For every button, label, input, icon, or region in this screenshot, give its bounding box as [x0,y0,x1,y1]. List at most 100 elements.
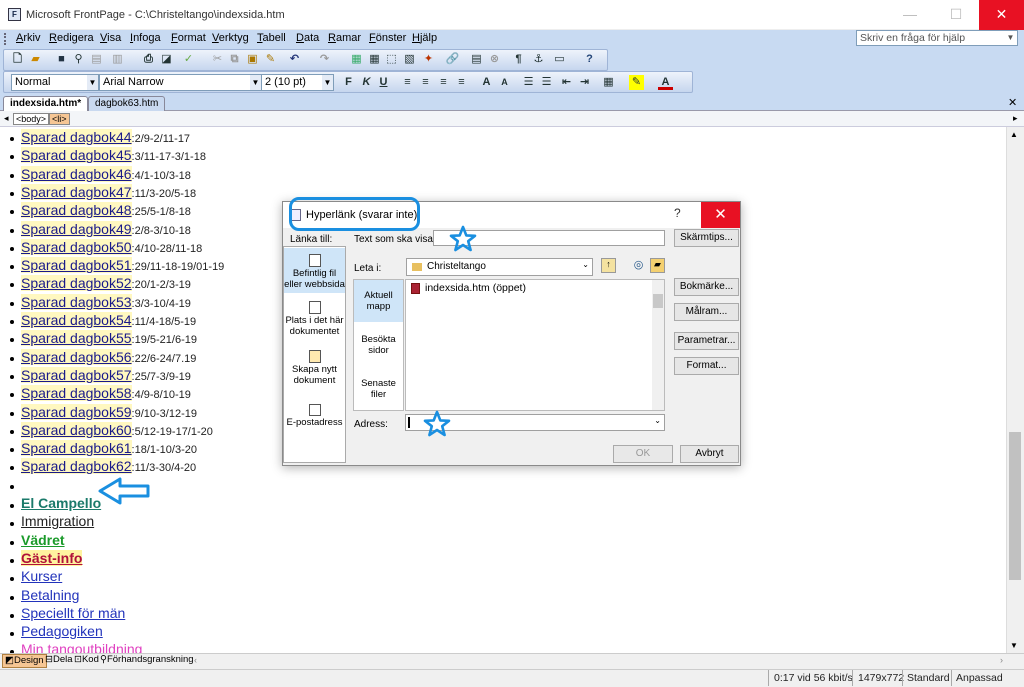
preview-icon[interactable]: ◪ [159,52,174,67]
dagbok-link[interactable]: Sparad dagbok57 [21,366,132,383]
dagbok-link[interactable]: Sparad dagbok49 [21,220,132,237]
page-nav-link[interactable]: Kurser [21,568,63,585]
menu-arkiv[interactable]: Arkiv [16,32,40,44]
anchor-icon[interactable]: ⚓ [531,52,546,67]
bold-icon[interactable]: F [341,75,356,90]
dialog-close-button[interactable]: ✕ [701,202,740,228]
cancel-button[interactable]: Avbryt [680,445,739,463]
dagbok-link[interactable]: Sparad dagbok60 [21,421,132,438]
menu-verktyg[interactable]: Verktyg [212,32,249,44]
insert-picture-icon[interactable]: ▧ [402,52,417,67]
dagbok-link[interactable]: Sparad dagbok47 [21,183,132,200]
view-tab-split[interactable]: ⊟Dela [43,654,75,668]
screentip-button[interactable]: Skärmtips... [674,229,739,247]
font-size-dropdown[interactable]: 2 (10 pt) ▼ [261,74,334,91]
stop-icon[interactable]: ⊗ [487,52,502,67]
page-nav-link[interactable]: El Campello [21,495,102,511]
border-icon[interactable]: ▦ [601,75,616,90]
bullets-icon[interactable]: ☰ [539,75,554,90]
link-new-document[interactable]: Skapa nytt dokument [284,350,345,386]
link-place-in-document[interactable]: Plats i det här dokumentet [284,301,345,337]
chevron-down-icon[interactable]: ▼ [250,75,261,90]
status-page-size[interactable]: 1479x772 [858,672,904,684]
page-nav-link[interactable]: Vädret [21,531,65,548]
page-nav-link[interactable]: Immigration [21,513,95,530]
target-frame-button[interactable]: Målram... [674,303,739,321]
page-nav-link[interactable]: Speciellt för män [21,604,126,621]
place-browsed-pages[interactable]: Besökta sidor [354,334,403,356]
insert-layer-icon[interactable]: ▦ [349,52,364,67]
dagbok-link[interactable]: Sparad dagbok44 [21,129,132,145]
italic-icon[interactable]: K [359,75,374,90]
dagbok-link[interactable]: Sparad dagbok61 [21,440,132,457]
scroll-up-icon[interactable]: ▲ [1010,130,1018,139]
open-icon[interactable]: ▰ [28,52,43,67]
file-list-item[interactable]: indexsida.htm (öppet) [425,282,526,294]
cut-icon[interactable]: ✂ [210,52,225,67]
insert-web-component-icon[interactable]: ✦ [421,52,436,67]
dagbok-link[interactable]: Sparad dagbok51 [21,257,132,274]
page-nav-link[interactable]: Gäst-info [21,549,83,566]
dagbok-link[interactable]: Sparad dagbok46 [21,165,132,182]
tag-li[interactable]: <li> [49,113,70,125]
menu-redigera[interactable]: Redigera [49,32,94,44]
dagbok-link[interactable]: Sparad dagbok62 [21,458,132,475]
file-list[interactable]: indexsida.htm (öppet) [405,279,665,411]
minimize-icon[interactable]: — [887,0,933,30]
dagbok-link[interactable]: Sparad dagbok56 [21,348,132,365]
font-color-icon[interactable]: A [658,75,673,90]
close-document-icon[interactable]: ✕ [1008,96,1017,109]
chevron-down-icon[interactable]: ▼ [1005,32,1016,44]
hscroll-left-icon[interactable]: ‹ [194,655,197,665]
bookmark-button[interactable]: Bokmärke... [674,278,739,296]
format-painter-icon[interactable]: ✎ [263,52,278,67]
menu-visa[interactable]: Visa [100,32,121,44]
chevron-down-icon[interactable]: ⌄ [654,416,661,425]
dagbok-link[interactable]: Sparad dagbok48 [21,202,132,219]
window-close-button[interactable]: ✕ [979,0,1024,30]
publish-icon[interactable]: ▤ [89,52,104,67]
dagbok-link[interactable]: Sparad dagbok52 [21,275,132,292]
tab-indexsida[interactable]: indexsida.htm* [3,96,89,111]
view-tab-design[interactable]: ◩Design [2,654,47,668]
insert-table-icon[interactable]: ▦ [367,52,382,67]
highlight-icon[interactable]: ✎ [629,75,644,90]
menu-hjalp[interactable]: Hjälp [412,32,437,44]
tag-scroll-left-icon[interactable]: ◂ [4,113,9,124]
frontpage-app-icon[interactable]: F [8,8,21,21]
tab-dagbok63[interactable]: dagbok63.htm [88,96,166,111]
menu-data[interactable]: Data [296,32,319,44]
menu-ramar[interactable]: Ramar [328,32,361,44]
menu-format[interactable]: Format [171,32,206,44]
align-center-icon[interactable]: ≡ [418,75,433,90]
style-dropdown[interactable]: Normal ▼ [11,74,99,91]
place-current-folder[interactable]: Aktuell mapp [354,280,403,322]
underline-icon[interactable]: U [376,75,391,90]
chevron-down-icon[interactable]: ⌄ [582,260,589,269]
chevron-down-icon[interactable]: ▼ [322,75,333,90]
place-recent-files[interactable]: Senaste filer [354,378,403,400]
dagbok-link[interactable]: Sparad dagbok55 [21,330,132,347]
print-icon[interactable]: ⎙ [141,52,156,67]
page-nav-link[interactable]: Pedagogiken [21,623,103,640]
format-button[interactable]: Format... [674,357,739,375]
hscroll-right-icon[interactable]: › [1000,655,1003,665]
find-icon[interactable]: ⚲ [71,52,86,67]
justify-icon[interactable]: ≡ [454,75,469,90]
page-nav-link[interactable]: Min tangoutbildning [21,641,143,653]
insert-layer-box-icon[interactable]: ⬚ [384,52,399,67]
save-icon[interactable]: ■ [54,52,69,67]
link-email-address[interactable]: E-postadress [284,404,345,428]
increase-font-icon[interactable]: A [479,75,494,90]
copy-icon[interactable]: ⧉ [227,52,242,67]
spelling-icon[interactable]: ✓ [181,52,196,67]
redo-icon[interactable]: ↷ [317,52,332,67]
status-mode[interactable]: Standard [907,672,950,684]
folder-list-icon[interactable]: ▥ [110,52,125,67]
maximize-icon[interactable]: ☐ [933,0,979,30]
dialog-help-button[interactable]: ? [674,206,681,220]
show-all-icon[interactable]: ¶ [511,52,526,67]
refresh-icon[interactable]: ▤ [469,52,484,67]
help-icon[interactable]: ? [582,52,597,67]
tag-body[interactable]: <body> [13,113,50,125]
